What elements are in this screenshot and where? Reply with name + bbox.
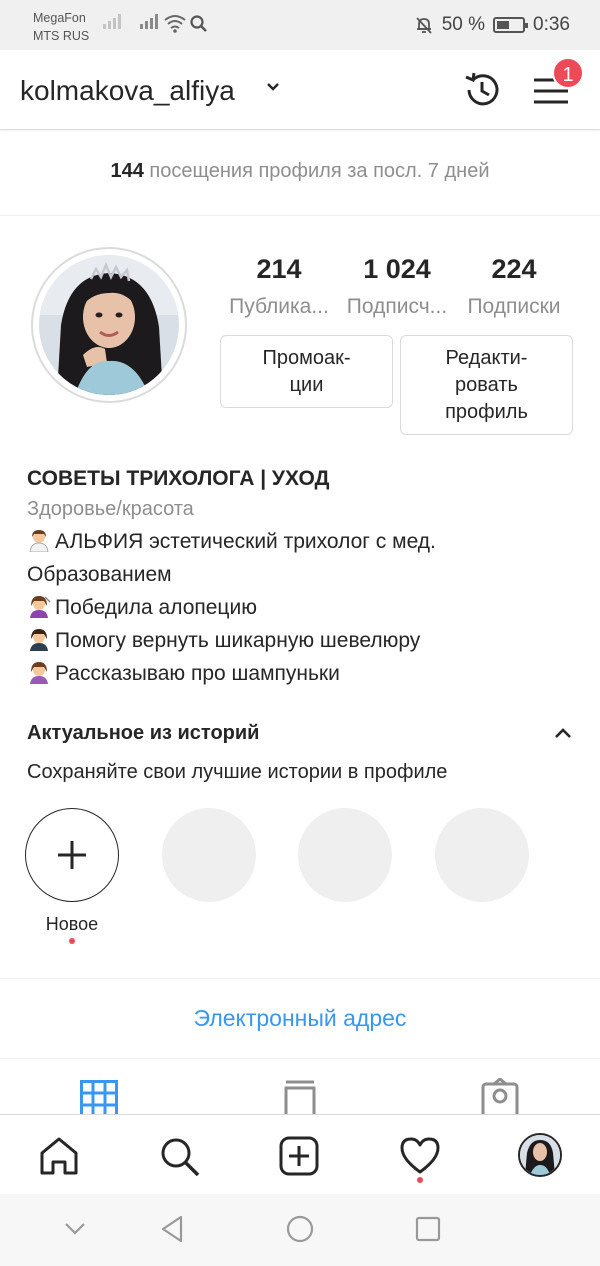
system-navigation-bar bbox=[0, 1194, 600, 1266]
stat-posts-label: Публика... bbox=[229, 295, 329, 318]
bio-line: Победила алопецию bbox=[27, 591, 587, 624]
divider bbox=[0, 978, 600, 979]
recents-icon[interactable] bbox=[414, 1215, 442, 1243]
stat-following[interactable]: 224 Подписки bbox=[454, 254, 574, 319]
bell-muted-icon bbox=[416, 17, 432, 34]
stat-followers-value: 1 024 bbox=[363, 254, 431, 284]
divider bbox=[0, 215, 600, 216]
visits-count: 144 bbox=[110, 160, 144, 182]
bio-line: Помогу вернуть шикарную шевелюру bbox=[27, 624, 587, 657]
battery-icon bbox=[493, 17, 529, 33]
signal-1-icon bbox=[103, 14, 121, 29]
divider bbox=[0, 1058, 600, 1059]
add-post-icon[interactable] bbox=[278, 1135, 320, 1177]
new-highlight-button[interactable] bbox=[25, 808, 119, 902]
hide-keyboard-chevron-icon[interactable] bbox=[63, 1221, 87, 1237]
username[interactable]: kolmakova_alfiya bbox=[20, 75, 235, 107]
highlights-title: Актуальное из историй bbox=[27, 722, 260, 744]
stat-posts[interactable]: 214 Публика... bbox=[219, 254, 339, 319]
stat-posts-value: 214 bbox=[256, 254, 302, 284]
stat-following-value: 224 bbox=[491, 254, 537, 284]
tagged-icon[interactable] bbox=[480, 1078, 520, 1115]
wifi-icon bbox=[164, 15, 186, 33]
collapse-chevron-icon[interactable] bbox=[553, 726, 573, 740]
email-contact-button[interactable]: Электронный адрес bbox=[0, 1005, 600, 1032]
visits-text: посещения профиля за посл. 7 дней bbox=[143, 160, 490, 182]
profile-header: kolmakova_alfiya bbox=[0, 50, 600, 130]
profile-display-name: СОВЕТЫ ТРИХОЛОГА | УХОД bbox=[27, 467, 330, 490]
home-circle-icon[interactable] bbox=[285, 1214, 315, 1244]
notification-badge: 1 bbox=[552, 57, 584, 89]
home-icon[interactable] bbox=[38, 1135, 80, 1177]
status-right: 50 % 0:36 bbox=[414, 14, 570, 36]
grid-icon[interactable] bbox=[80, 1080, 118, 1115]
promotions-label-2: ции bbox=[289, 373, 324, 396]
promotions-label-1: Промоак- bbox=[262, 346, 351, 369]
plus-icon bbox=[58, 841, 86, 869]
stat-followers-label: Подписч... bbox=[346, 295, 448, 318]
stat-followers[interactable]: 1 024 Подписч... bbox=[337, 254, 457, 319]
activity-indicator-dot bbox=[417, 1177, 423, 1183]
bio-line: АЛЬФИЯ эстетический трихолог с мед. bbox=[27, 525, 587, 558]
new-indicator-dot bbox=[69, 938, 75, 944]
search-icon[interactable] bbox=[158, 1135, 200, 1177]
bio-line: Рассказываю про шампуньки bbox=[27, 657, 587, 690]
tipping-hand-emoji-icon bbox=[30, 662, 48, 684]
archive-history-icon[interactable] bbox=[461, 69, 503, 111]
carrier-info: MegaFon MTS RUS bbox=[33, 9, 89, 45]
highlight-placeholder bbox=[435, 808, 529, 902]
profile-visits-insight[interactable]: 144 посещения профиля за посл. 7 дней bbox=[0, 160, 600, 183]
account-switcher-chevron-icon[interactable] bbox=[266, 82, 280, 92]
carrier-1: MegaFon bbox=[33, 11, 86, 25]
highlight-placeholder bbox=[162, 808, 256, 902]
edit-profile-label-2: ровать bbox=[455, 373, 518, 396]
profile-bio: СОВЕТЫ ТРИХОЛОГА | УХОД Здоровье/красота… bbox=[27, 465, 587, 690]
bottom-navigation bbox=[0, 1114, 600, 1194]
status-bar: MegaFon MTS RUS 50 % 0:36 bbox=[0, 0, 600, 50]
back-icon[interactable] bbox=[158, 1214, 186, 1244]
teacher-emoji-icon bbox=[30, 629, 48, 651]
carrier-2: MTS RUS bbox=[33, 29, 90, 43]
signal-2-icon bbox=[140, 14, 158, 29]
bio-line-text: Помогу вернуть шикарную шевелюру bbox=[55, 629, 421, 652]
highlights-subtitle: Сохраняйте свои лучшие истории в профиле bbox=[27, 761, 448, 783]
profile-avatar[interactable] bbox=[518, 1133, 562, 1177]
highlight-placeholder bbox=[298, 808, 392, 902]
profile-photo bbox=[39, 255, 179, 395]
bio-line-text: Победила алопецию bbox=[55, 596, 257, 619]
health-worker-emoji-icon bbox=[29, 530, 49, 552]
bio-line: Образованием bbox=[27, 563, 172, 586]
edit-profile-button[interactable]: Редакти- ровать профиль bbox=[400, 335, 573, 435]
bio-line-text: АЛЬФИЯ эстетический трихолог с мед. bbox=[55, 530, 436, 553]
stat-following-label: Подписки bbox=[467, 295, 561, 318]
profile-tabs bbox=[0, 1060, 600, 1115]
feed-icon[interactable] bbox=[282, 1080, 318, 1115]
clock: 0:36 bbox=[533, 14, 570, 35]
profile-avatar-ring[interactable] bbox=[31, 247, 187, 403]
promotions-button[interactable]: Промоак- ции bbox=[220, 335, 393, 408]
profile-category: Здоровье/красота bbox=[27, 498, 194, 520]
search-status-icon bbox=[190, 15, 207, 32]
new-highlight-label: Новое bbox=[45, 914, 99, 934]
edit-profile-label-3: профиль bbox=[445, 400, 528, 423]
bio-line-text: Рассказываю про шампуньки bbox=[55, 662, 340, 685]
battery-percent: 50 % bbox=[441, 14, 486, 35]
heart-icon[interactable] bbox=[398, 1135, 442, 1177]
haircut-emoji-icon bbox=[30, 596, 51, 618]
edit-profile-label-1: Редакти- bbox=[445, 346, 528, 369]
